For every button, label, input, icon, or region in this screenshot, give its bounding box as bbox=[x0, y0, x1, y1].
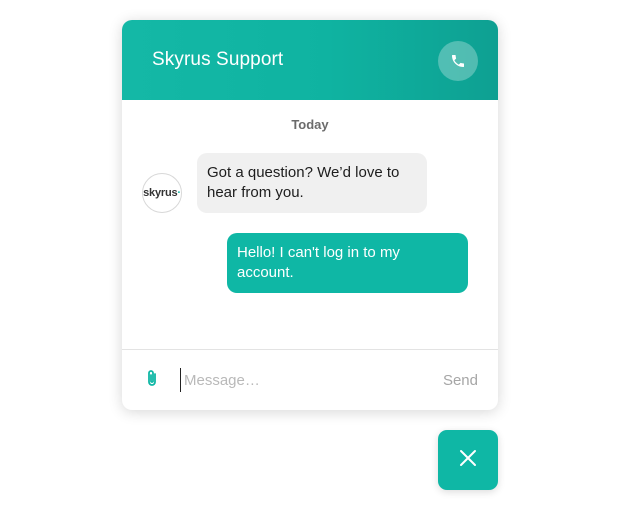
chat-widget: Skyrus Support Today skyrus · Got a quest… bbox=[122, 20, 498, 410]
agent-avatar: skyrus · bbox=[142, 173, 182, 213]
close-chat-button[interactable] bbox=[438, 430, 498, 490]
phone-icon bbox=[450, 53, 466, 69]
agent-message-bubble: Got a question? We’d love to hear from y… bbox=[197, 153, 427, 213]
paperclip-icon bbox=[146, 369, 158, 392]
chat-header: Skyrus Support bbox=[122, 20, 498, 100]
user-message-bubble: Hello! I can't log in to my account. bbox=[227, 233, 468, 293]
message-composer: Send bbox=[122, 349, 498, 410]
close-icon bbox=[459, 449, 477, 472]
avatar-logo-dot: · bbox=[177, 187, 181, 199]
attach-button[interactable] bbox=[142, 369, 162, 392]
header-title: Skyrus Support bbox=[152, 49, 284, 70]
message-input[interactable] bbox=[180, 368, 414, 392]
call-button[interactable] bbox=[438, 41, 478, 81]
day-label: Today bbox=[291, 117, 329, 132]
send-button[interactable]: Send bbox=[426, 369, 478, 391]
avatar-logo-text: skyrus bbox=[143, 187, 178, 199]
